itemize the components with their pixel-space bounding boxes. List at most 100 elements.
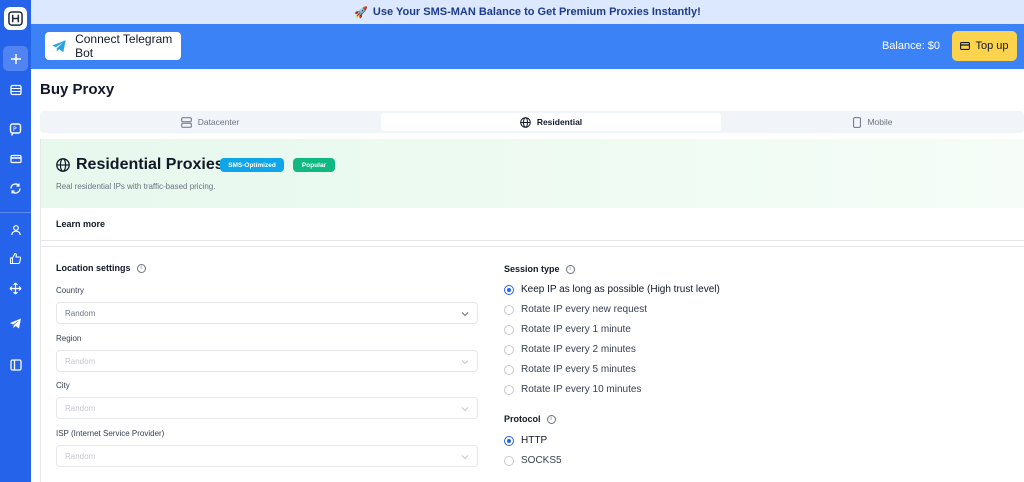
card-icon — [960, 42, 971, 50]
sidebar-item-telegram[interactable] — [3, 311, 28, 336]
city-value: Random — [65, 404, 96, 413]
sidebar-toggle-icon — [9, 358, 22, 371]
balance-label: Balance: — [881, 40, 925, 52]
session-option-rotate-10min[interactable]: Rotate IP every 10 minutes — [504, 384, 641, 395]
chevron-down-icon — [461, 312, 469, 317]
sidebar-item-list[interactable] — [3, 77, 28, 102]
tab-residential-label: Residential — [536, 117, 583, 127]
protocol-option-label: HTTP — [521, 435, 548, 446]
tab-residential[interactable]: Residential — [381, 113, 721, 131]
isp-label: ISP (Internet Service Provider) — [56, 429, 165, 438]
radio-indicator[interactable] — [504, 324, 514, 335]
country-select[interactable]: Random — [56, 302, 478, 324]
sidebar-rail: P — [0, 0, 31, 482]
region-label: Region — [56, 334, 82, 343]
protocol-option-socks5[interactable]: SOCKS5 — [504, 455, 562, 466]
sidebar-item-payments[interactable] — [3, 146, 28, 171]
user-icon — [10, 224, 21, 235]
radio-indicator[interactable] — [504, 364, 514, 375]
chevron-down-icon — [461, 360, 469, 365]
session-option-label: Rotate IP every new request — [521, 304, 647, 315]
popular-badge: Popular — [293, 158, 335, 172]
plus-icon — [10, 53, 21, 64]
tab-datacenter[interactable]: Datacenter — [40, 113, 380, 131]
top-up-button[interactable]: Top up — [952, 31, 1017, 61]
card-icon — [9, 154, 22, 163]
tab-datacenter-label: Datacenter — [197, 117, 240, 127]
session-type-heading: Session type i — [504, 264, 575, 274]
hero-subtitle: Real residential IPs with traffic-based … — [56, 182, 216, 191]
sidebar-item-api[interactable] — [3, 276, 28, 301]
radio-indicator[interactable] — [504, 344, 514, 355]
tab-mobile-label: Mobile — [867, 117, 893, 127]
logo-icon — [8, 11, 23, 26]
radio-indicator[interactable] — [504, 384, 514, 395]
chevron-down-icon — [461, 455, 469, 460]
session-option-label: Rotate IP every 5 minutes — [521, 364, 636, 375]
sms-optimized-badge: SMS-Optimized — [220, 158, 284, 172]
telegram-icon — [52, 40, 66, 53]
top-header: Connect Telegram Bot Balance: $0 Top up — [31, 24, 1024, 69]
session-option-keep-ip[interactable]: Keep IP as long as possible (High trust … — [504, 284, 720, 295]
protocol-option-http[interactable]: HTTP — [504, 435, 547, 446]
region-select[interactable]: Random — [56, 350, 478, 372]
chevron-down-icon — [461, 407, 469, 412]
radio-indicator[interactable] — [504, 435, 514, 446]
session-option-label: Keep IP as long as possible (High trust … — [521, 284, 720, 295]
balance-value: $0 — [927, 40, 940, 52]
connect-telegram-button[interactable]: Connect Telegram Bot — [45, 32, 181, 60]
app-logo[interactable] — [4, 7, 27, 30]
section-divider — [40, 246, 1024, 247]
session-option-rotate-5min[interactable]: Rotate IP every 5 minutes — [504, 364, 636, 375]
session-type-title: Session type — [504, 264, 560, 274]
learn-more-label: Learn more — [56, 219, 106, 229]
session-option-label: Rotate IP every 1 minute — [521, 324, 631, 335]
hero-title: Residential Proxies — [76, 156, 224, 173]
location-settings-heading: Location settings i — [56, 263, 146, 273]
session-option-rotate-2min[interactable]: Rotate IP every 2 minutes — [504, 344, 636, 355]
session-option-label: Rotate IP every 10 minutes — [521, 384, 642, 395]
sidebar-item-reviews[interactable] — [3, 246, 28, 271]
isp-value: Random — [65, 452, 96, 461]
protocol-option-label: SOCKS5 — [521, 455, 562, 466]
city-select[interactable]: Random — [56, 397, 478, 419]
learn-more-toggle[interactable]: Learn more — [40, 208, 1024, 241]
promo-banner[interactable]: 🚀 Use Your SMS-MAN Balance to Get Premiu… — [31, 0, 1024, 24]
city-label: City — [56, 381, 70, 390]
sidebar-collapse-button[interactable] — [3, 352, 28, 377]
protocol-title: Protocol — [504, 414, 541, 424]
radio-indicator[interactable] — [504, 304, 514, 315]
list-icon — [9, 84, 22, 95]
page-title: Buy Proxy — [40, 81, 115, 98]
globe-icon — [520, 116, 531, 128]
radio-indicator[interactable] — [504, 455, 514, 466]
info-icon[interactable]: i — [565, 264, 575, 274]
radio-indicator[interactable] — [504, 284, 514, 295]
promo-text: Use Your SMS-MAN Balance to Get Premium … — [372, 6, 701, 18]
protocol-heading: Protocol i — [504, 414, 556, 424]
country-value: Random — [65, 309, 96, 318]
session-option-rotate-request[interactable]: Rotate IP every new request — [504, 304, 647, 315]
thumbs-up-icon — [9, 252, 22, 265]
sidebar-item-profile[interactable] — [3, 217, 28, 242]
info-icon[interactable]: i — [136, 263, 146, 273]
refresh-icon — [10, 183, 21, 194]
rocket-icon: 🚀 — [354, 6, 368, 19]
move-icon — [9, 282, 22, 295]
proxy-type-tabs: Datacenter Residential Mobile — [40, 111, 1024, 133]
info-icon[interactable]: i — [546, 414, 556, 424]
card-border — [40, 139, 41, 482]
svg-text:P: P — [13, 126, 17, 133]
server-icon — [180, 116, 192, 128]
region-value: Random — [65, 357, 96, 366]
sidebar-item-sms[interactable]: P — [3, 117, 28, 142]
isp-select[interactable]: Random — [56, 445, 478, 467]
tab-mobile[interactable]: Mobile — [722, 113, 1024, 131]
balance-display: Balance: $0 — [882, 40, 940, 52]
globe-icon — [56, 158, 70, 172]
sidebar-item-rotate[interactable] — [3, 176, 28, 201]
sidebar-new-button[interactable] — [3, 46, 28, 71]
session-option-rotate-1min[interactable]: Rotate IP every 1 minute — [504, 324, 631, 335]
message-icon: P — [9, 123, 22, 136]
country-label: Country — [56, 286, 85, 295]
